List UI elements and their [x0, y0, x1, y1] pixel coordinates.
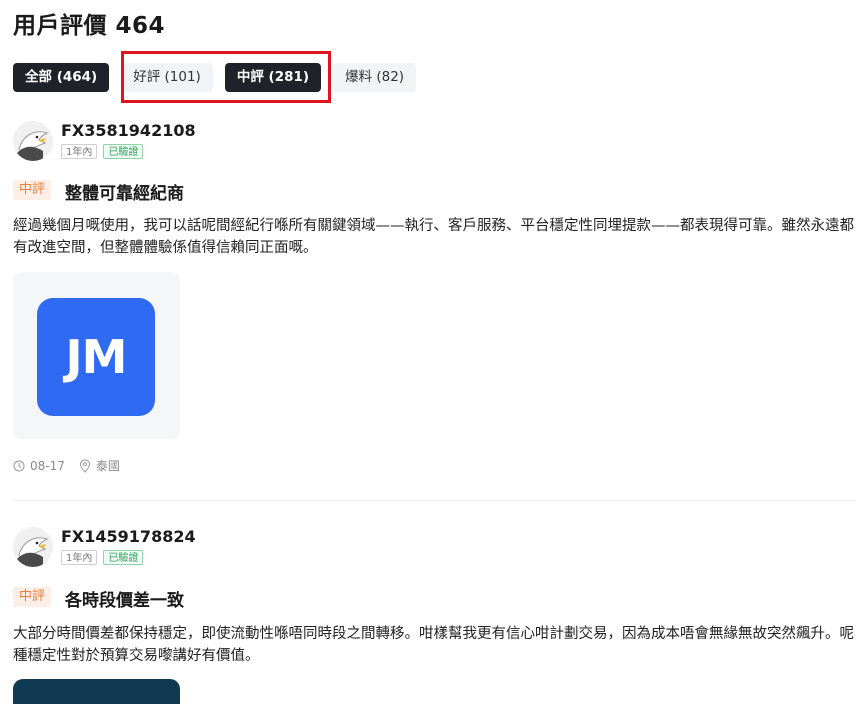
highlight-annotation-box	[121, 51, 331, 103]
verified-badge: 已驗證	[103, 550, 144, 565]
tab-exposure[interactable]: 爆料 (82)	[333, 63, 417, 92]
rating-tag: 中評	[13, 587, 52, 607]
username[interactable]: FX1459178824	[61, 527, 196, 546]
review-title: 各時段價差一致	[65, 591, 184, 611]
review-card: FX1459178824 1年內 已驗證 中評 各時段價差一致 大部分時間價差都…	[13, 527, 858, 704]
review-text: 經過幾個月嘅使用，我可以話呢間經紀行喺所有關鍵領域——執行、客戶服務、平台穩定性…	[13, 218, 854, 256]
review-text: 大部分時間價差都保持穩定，即使流動性喺唔同時段之間轉移。咁樣幫我更有信心咁計劃交…	[13, 626, 854, 664]
username[interactable]: FX3581942108	[61, 121, 196, 140]
duration-badge: 1年內	[61, 144, 98, 159]
review-image[interactable]: JM	[13, 272, 180, 439]
page-title: 用戶評價 464	[13, 13, 166, 39]
review-title: 整體可靠經紀商	[65, 184, 184, 204]
location-pin-icon	[79, 458, 90, 473]
review-card: FX3581942108 1年內 已驗證 中評 整體可靠經紀商 經過幾個月嘅使用…	[13, 121, 858, 481]
review-location: 泰國	[95, 459, 120, 473]
user-avatar[interactable]	[13, 121, 53, 161]
tab-all[interactable]: 全部 (464)	[13, 63, 110, 92]
divider	[13, 500, 855, 501]
review-image[interactable]	[13, 679, 180, 704]
user-avatar[interactable]	[13, 527, 53, 567]
rating-tag: 中評	[13, 180, 52, 200]
clock-icon	[13, 460, 25, 471]
duration-badge: 1年內	[61, 550, 98, 565]
review-date: 08-17	[30, 458, 65, 473]
jm-logo: JM	[37, 298, 155, 416]
verified-badge: 已驗證	[103, 144, 144, 159]
